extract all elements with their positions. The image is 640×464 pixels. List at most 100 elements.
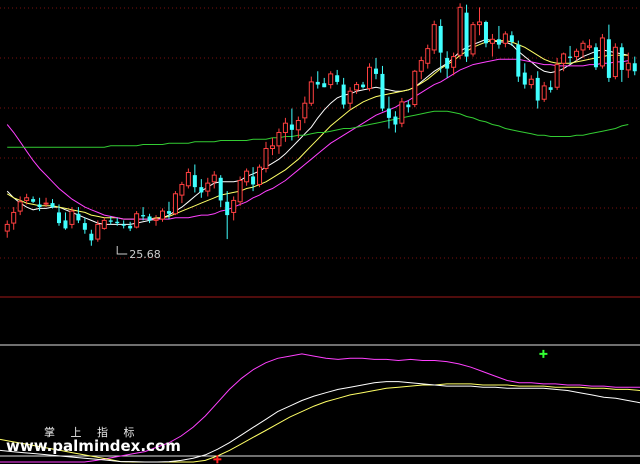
candle-body-down [147, 216, 152, 221]
candle-body-up [399, 101, 405, 124]
chart-canvas: 25.68 [0, 3, 640, 464]
candle-body-up [554, 64, 560, 88]
candle-body-down [406, 104, 411, 108]
candle-body-up [625, 62, 631, 71]
candle-body-up [412, 70, 418, 106]
candle-body-up [302, 102, 308, 119]
candle-body-down [548, 87, 553, 90]
candle-body-down [121, 224, 126, 226]
candle-body-up [17, 201, 23, 212]
candle-body-up [367, 66, 373, 90]
candle-body-down [335, 75, 340, 82]
candle-body-down [82, 223, 87, 230]
candle-body-down [63, 220, 68, 229]
candle-body-down [483, 21, 488, 44]
candle-body-down [393, 116, 398, 125]
candle-body-up [354, 84, 360, 91]
candle-body-down [380, 73, 385, 109]
candle-body-up [43, 202, 49, 205]
candle-body-up [185, 171, 191, 187]
candle-body-up [328, 73, 334, 86]
candle-body-up [159, 210, 166, 220]
stock-chart: 25.68 掌 上 指 标 www.palmindex.com [0, 0, 640, 464]
candle-body-down [89, 233, 94, 241]
candle-body-down [373, 68, 378, 74]
candle-body-up [269, 145, 275, 150]
candle-body-down [76, 213, 81, 221]
candle-body-up [4, 223, 10, 232]
candle-body-up [282, 122, 288, 134]
candle-body-down [438, 25, 443, 53]
candle-body-down [166, 211, 171, 214]
candle-body-up [425, 48, 431, 64]
candle-body-up [263, 148, 269, 169]
candle-body-down [619, 47, 624, 70]
candle-body-up [457, 6, 463, 56]
candle-body-down [361, 84, 366, 88]
ma-line-1 [6, 38, 629, 225]
candle-body-up [470, 24, 476, 55]
candle-body-down [192, 175, 197, 188]
candle-body-up [418, 60, 424, 72]
candle-body-up [561, 53, 567, 64]
low-marker-line [116, 245, 128, 255]
candle-body-down [509, 35, 514, 42]
low-price-label: 25.68 [129, 248, 161, 261]
candle-body-up [211, 174, 217, 183]
candle-body-up [244, 170, 250, 183]
candle-body-up [586, 45, 592, 48]
candle-body-down [218, 177, 223, 201]
candle-body-up [541, 85, 547, 100]
candle-body-up [69, 210, 75, 225]
candle-body-down [632, 63, 637, 72]
candle-body-up [476, 21, 483, 26]
candle-body-up [502, 33, 508, 44]
candle-body-up [489, 38, 495, 44]
candle-body-down [108, 220, 113, 222]
candle-body-up [237, 179, 243, 203]
candle-body-down [606, 39, 611, 78]
candle-body-down [289, 124, 294, 130]
candle-body-up [431, 24, 437, 51]
candle-body-down [199, 187, 204, 193]
candle-body-down [322, 83, 327, 88]
candle-body-down [225, 201, 230, 216]
candle-body-up [580, 42, 586, 51]
candle-body-up [172, 193, 178, 215]
candle-body-down [128, 225, 133, 229]
candle-body-up [24, 197, 30, 201]
candle-body-down [37, 204, 42, 208]
candle-body-up [11, 211, 17, 224]
candle-body-up [451, 56, 457, 68]
candle-body-down [516, 44, 521, 77]
ma-line-2 [6, 40, 629, 220]
candle-body-down [141, 215, 146, 217]
candle-body-down [568, 56, 573, 58]
candle-body-up [101, 219, 107, 229]
candle-body-down [315, 81, 320, 85]
candle-body-up [308, 81, 314, 104]
candle-body-down [31, 199, 36, 202]
candle-body-up [528, 78, 534, 86]
ma-line-4 [7, 110, 629, 148]
candle-body-down [341, 84, 346, 105]
watermark-site: www.palmindex.com [6, 437, 181, 455]
candle-body-up [179, 183, 185, 196]
candle-body-up [134, 213, 140, 228]
candle-body-down [535, 77, 540, 101]
candle-body-up [599, 37, 605, 67]
candle-body-up [295, 120, 301, 131]
candle-body-down [593, 47, 598, 68]
candle-body-up [276, 132, 282, 147]
candle-body-down [464, 12, 469, 57]
candle-body-down [522, 72, 527, 85]
candle-body-down [445, 57, 450, 69]
candle-body-down [50, 203, 55, 208]
candle-body-up [574, 50, 580, 58]
candle-body-up [612, 46, 618, 78]
candle-body-up [347, 90, 353, 104]
candle-body-up [231, 199, 237, 213]
candle-body-up [95, 223, 101, 240]
candle-body-up [257, 166, 263, 185]
candle-body-down [251, 176, 256, 185]
